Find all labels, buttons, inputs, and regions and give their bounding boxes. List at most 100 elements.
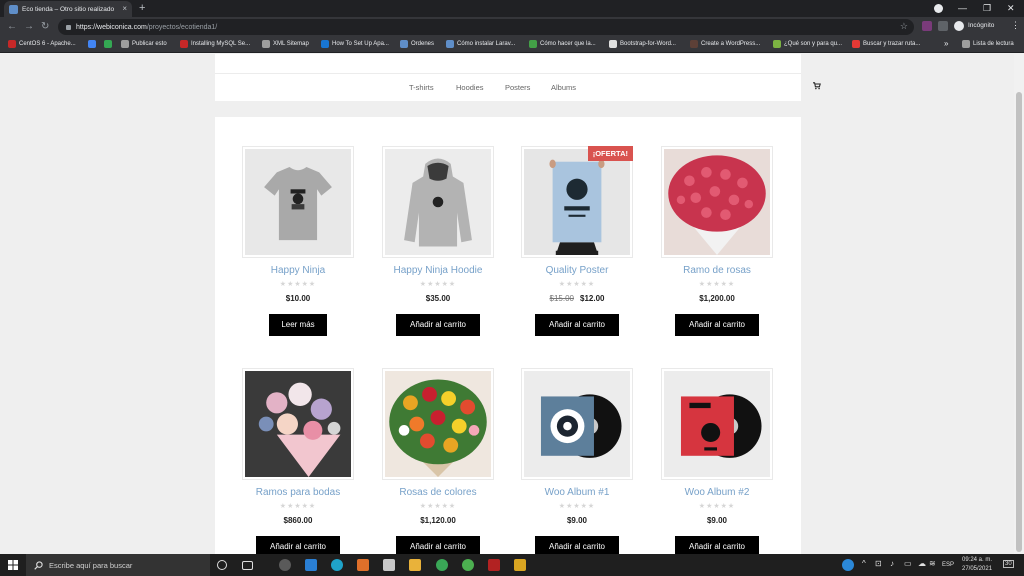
product-image[interactable] [242,368,354,480]
product-card: ¡OFERTA! Quality Poster ★★★★★ $15.00 $12.00 A… [521,146,633,336]
cortana-icon[interactable] [217,560,227,570]
tray-network-icon[interactable]: ⊡ [875,559,882,568]
app-icon-3[interactable] [514,559,526,571]
window-close-icon[interactable]: ✕ [1007,2,1015,14]
bookmark-star-icon[interactable]: ☆ [900,21,908,32]
extensions-puzzle-icon[interactable] [938,21,948,31]
address-bar[interactable]: https://webiconica.com/proyectos/ecotien… [58,19,914,35]
extension-icon[interactable] [922,21,932,31]
bookmarks-overflow-icon[interactable]: » [944,39,948,48]
product-title[interactable]: Woo Album #2 [661,487,773,499]
header-divider [215,73,801,74]
bookmark-item[interactable]: XML Sitemap [262,40,309,48]
browser-menu-icon[interactable]: ⋮ [1011,20,1020,31]
clock-time[interactable]: 09:24 a. m. [962,557,992,563]
tray-battery-icon[interactable]: ▭ [904,559,912,568]
file-explorer-icon[interactable] [409,559,421,571]
product-title[interactable]: Ramo de rosas [661,265,773,277]
bookmark-item[interactable]: Installing MySQL Se... [180,40,250,48]
bookmark-favicon-icon [400,40,408,48]
tray-wifi-icon[interactable]: ≋ [929,559,936,568]
menu-item-hoodies[interactable]: Hoodies [456,83,484,92]
tab-close-icon[interactable]: × [122,5,127,13]
product-image[interactable] [382,368,494,480]
bookmark-item[interactable]: Publicar esto [121,40,167,48]
product-image[interactable] [661,146,773,258]
bookmark-item[interactable]: Create a WordPress... [690,40,760,48]
menu-item-albums[interactable]: Albums [551,83,576,92]
product-image[interactable] [521,368,633,480]
bookmark-item[interactable] [104,40,112,48]
app-icon-1[interactable] [279,559,291,571]
menu-item-tshirts[interactable]: T-shirts [409,83,434,92]
product-title[interactable]: Rosas de colores [382,487,494,499]
bookmark-item[interactable]: Lista de lectura [962,40,1014,48]
browser-tab[interactable]: Eco tienda – Otro sitio realizado × [4,1,132,17]
filezilla-icon[interactable] [488,559,500,571]
bookmark-item[interactable]: Cómo hacer que la... [529,40,596,48]
forward-icon[interactable]: → [24,21,34,33]
back-icon[interactable]: ← [7,21,17,33]
product-price-row: $9.00 [661,516,773,526]
chrome-2-icon[interactable] [462,559,474,571]
product-image[interactable]: ¡OFERTA! [521,146,633,258]
product-card: Woo Album #2 ★★★★★ $9.00 Añadir al carrito [661,368,773,554]
help-icon[interactable] [842,559,854,571]
add-to-cart-button[interactable]: Añadir al carrito [535,536,619,554]
read-more-button[interactable]: Leer más [269,314,327,336]
language-indicator[interactable]: ESP [942,562,954,568]
page-scrollbar[interactable] [1014,54,1024,554]
scrollbar-thumb[interactable] [1016,92,1022,552]
browser-profile-icon[interactable] [934,4,943,13]
rating-stars: ★★★★★ [419,503,457,510]
add-to-cart-button[interactable]: Añadir al carrito [675,314,759,336]
maximize-icon[interactable]: ❐ [983,2,991,14]
product-image[interactable] [242,146,354,258]
product-title[interactable]: Ramos para bodas [242,487,354,499]
windows-start-icon[interactable] [8,560,18,570]
rating-stars: ★★★★★ [698,503,736,510]
bookmark-item[interactable]: Ordenes [400,40,434,48]
new-tab-icon[interactable]: + [139,2,145,14]
vscode-icon[interactable] [305,559,317,571]
minimize-icon[interactable]: — [958,2,967,14]
cart-icon[interactable] [813,82,821,90]
tray-chevron-icon[interactable]: ^ [862,559,866,568]
product-title[interactable]: Happy Ninja Hoodie [382,265,494,277]
tab-title: Eco tienda – Otro sitio realizado [22,5,115,13]
edge-icon[interactable] [331,559,343,571]
bookmark-item[interactable]: How To Set Up Apa... [321,40,389,48]
bookmark-label: Cómo instalar Larav... [457,41,516,47]
add-to-cart-button[interactable]: Añadir al carrito [535,314,619,336]
menu-item-posters[interactable]: Posters [505,83,530,92]
clock-date[interactable]: 27/05/2021 [962,566,992,572]
taskbar-search[interactable]: Escribe aquí para buscar [26,554,210,576]
bookmark-item[interactable]: Buscar y trazar ruta... [852,40,920,48]
chrome-icon[interactable] [436,559,448,571]
bookmark-item[interactable]: Bootstrap-for-Word... [609,40,676,48]
store-icon[interactable] [383,559,395,571]
app-icon-2[interactable] [357,559,369,571]
add-to-cart-button[interactable]: Añadir al carrito [675,536,759,554]
tray-cloud-icon[interactable]: ☁ [918,559,926,568]
add-to-cart-button[interactable]: Añadir al carrito [396,536,480,554]
search-icon [34,560,43,570]
product-title[interactable]: Woo Album #1 [521,487,633,499]
product-image[interactable] [382,146,494,258]
task-view-icon[interactable] [242,561,253,570]
bookmark-item[interactable]: CentOS 6 - Apache... [8,40,76,48]
product-price: $10.00 [285,294,311,303]
rating-stars: ★★★★★ [279,503,317,510]
bookmark-item[interactable] [88,40,96,48]
product-image[interactable] [661,368,773,480]
product-title[interactable]: Quality Poster [521,265,633,277]
add-to-cart-button[interactable]: Añadir al carrito [256,536,340,554]
bookmark-item[interactable]: ¿Qué son y para qu... [773,40,842,48]
add-to-cart-button[interactable]: Añadir al carrito [396,314,480,336]
volume-icon[interactable]: ♪ [890,559,894,568]
reload-icon[interactable]: ↻ [41,21,49,33]
notification-badge[interactable]: 30 [1003,560,1014,568]
incognito-icon[interactable] [954,21,964,31]
product-title[interactable]: Happy Ninja [242,265,354,277]
bookmark-item[interactable]: Cómo instalar Larav... [446,40,515,48]
